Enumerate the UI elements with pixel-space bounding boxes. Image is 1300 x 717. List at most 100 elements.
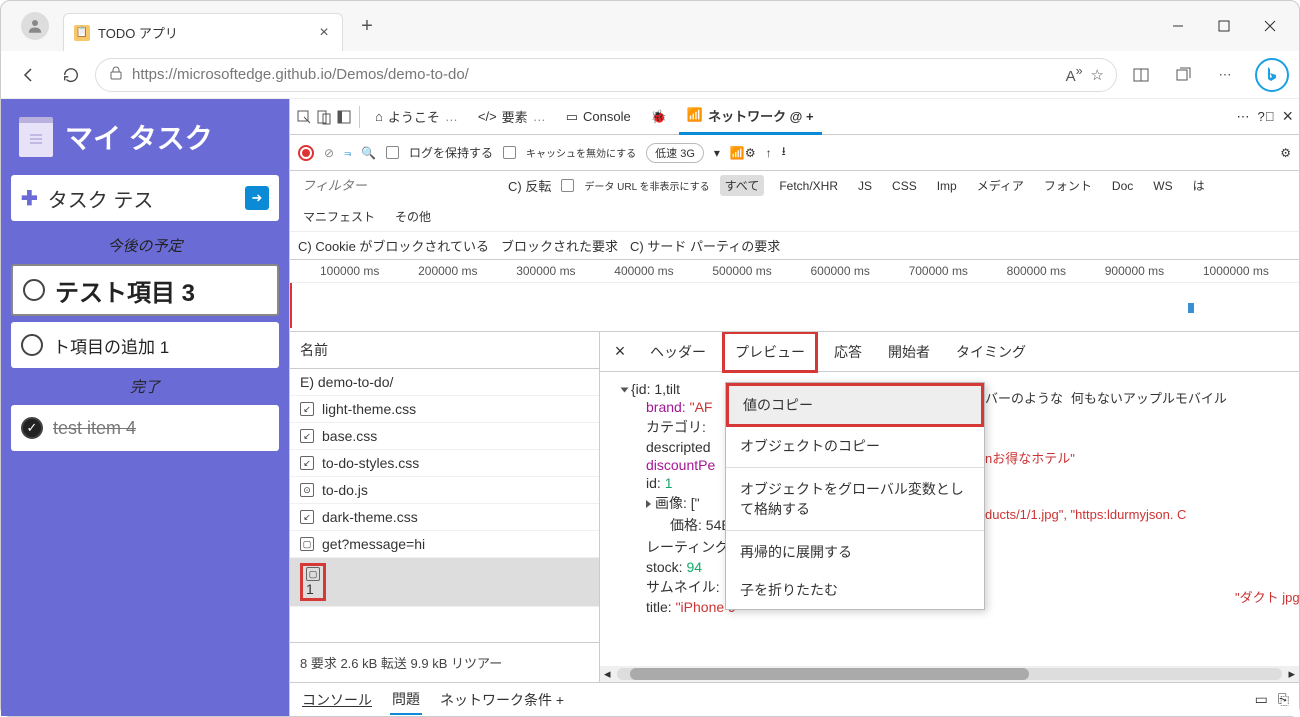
- ctx-store-global[interactable]: オブジェクトをグローバル変数として格納する: [726, 470, 984, 528]
- submit-icon[interactable]: ➜: [245, 186, 269, 210]
- json-preview[interactable]: {id: 1,tilt brand: "AF カテゴリ: descripted …: [600, 372, 1299, 666]
- drawer-network-conditions[interactable]: ネットワーク条件 +: [438, 686, 566, 714]
- collections-icon[interactable]: [1165, 57, 1201, 93]
- filter-tag[interactable]: CSS: [887, 177, 922, 195]
- tab-headers[interactable]: ヘッダー: [640, 334, 716, 370]
- filter-tag[interactable]: JS: [853, 177, 877, 195]
- close-detail-icon[interactable]: ×: [606, 338, 634, 366]
- drawer-issues[interactable]: 問題: [390, 685, 422, 715]
- download-icon[interactable]: ⭳: [782, 142, 786, 163]
- filter-input[interactable]: [298, 175, 498, 196]
- refresh-button[interactable]: [53, 57, 89, 93]
- task-text: test item 4: [53, 418, 136, 439]
- task-item[interactable]: ト項目の追加 1: [11, 322, 279, 368]
- filter-toggle-icon[interactable]: ⫬: [344, 145, 351, 160]
- settings-icon[interactable]: ⚙: [1280, 146, 1291, 160]
- help-icon[interactable]: ?⃝: [1258, 109, 1275, 124]
- request-row[interactable]: E) demo-to-do/: [290, 369, 599, 396]
- filter-tag[interactable]: その他: [390, 206, 436, 227]
- filter-tag[interactable]: は: [1188, 175, 1210, 196]
- filter-tag[interactable]: メディア: [972, 175, 1029, 196]
- ctx-copy-object[interactable]: オブジェクトのコピー: [726, 427, 984, 465]
- search-icon[interactable]: 🔍: [361, 146, 376, 160]
- filter-tag[interactable]: フォント: [1039, 175, 1097, 196]
- task-checkbox[interactable]: [23, 279, 45, 301]
- tab-response[interactable]: 応答: [824, 334, 872, 370]
- tab-sources-icon[interactable]: 🐞: [643, 99, 675, 135]
- preserve-log-checkbox[interactable]: [386, 146, 399, 159]
- chevron-down-icon[interactable]: ▾: [714, 146, 720, 160]
- hide-dataurl-checkbox[interactable]: [561, 179, 574, 192]
- timeline[interactable]: 100000 ms 200000 ms 300000 ms 400000 ms …: [290, 260, 1299, 332]
- dock-icon[interactable]: [336, 109, 352, 125]
- filter-tag[interactable]: Imp: [932, 177, 962, 195]
- filter-tag[interactable]: Doc: [1107, 177, 1138, 195]
- ctx-collapse[interactable]: 子を折りたたむ: [726, 571, 984, 609]
- tab-close-icon[interactable]: ×: [316, 25, 332, 41]
- request-row[interactable]: ↙dark-theme.css: [290, 504, 599, 531]
- horizontal-scrollbar[interactable]: ◂ ▸: [600, 666, 1299, 682]
- tab-timing[interactable]: タイミング: [946, 334, 1036, 370]
- tab-welcome[interactable]: ⌂ようこそ…: [367, 99, 466, 135]
- drawer-export-icon[interactable]: ⎘: [1278, 691, 1289, 708]
- browser-tab[interactable]: 📋 TODO アプリ ×: [63, 13, 343, 51]
- filter-tag-all[interactable]: すべて: [720, 175, 765, 196]
- filter-tag[interactable]: Fetch/XHR: [774, 177, 843, 195]
- column-header-name[interactable]: 名前: [290, 332, 599, 369]
- tab-initiator[interactable]: 開始者: [878, 334, 940, 370]
- clipboard-icon: [19, 117, 53, 157]
- throttle-select[interactable]: 低速 3G: [646, 143, 704, 163]
- record-button[interactable]: [298, 145, 314, 161]
- drawer-icon[interactable]: ▭: [1255, 691, 1268, 708]
- task-item-done[interactable]: ✓ test item 4: [11, 405, 279, 451]
- profile-avatar[interactable]: [21, 12, 49, 40]
- close-window-button[interactable]: [1247, 10, 1293, 42]
- task-item[interactable]: テスト項目 3: [11, 264, 279, 316]
- inspect-icon[interactable]: [296, 109, 312, 125]
- add-task-row[interactable]: ✚ タスク テス ➜: [11, 175, 279, 221]
- filter-tag[interactable]: マニフェスト: [298, 206, 380, 227]
- task-checkbox-checked[interactable]: ✓: [21, 417, 43, 439]
- device-icon[interactable]: [316, 109, 332, 125]
- url-box[interactable]: https://microsoftedge.github.io/Demos/de…: [95, 58, 1117, 92]
- drawer-console[interactable]: コンソール: [300, 686, 374, 714]
- scroll-left-icon[interactable]: ◂: [604, 666, 611, 682]
- ctx-copy-value[interactable]: 値のコピー: [726, 383, 984, 427]
- upload-icon[interactable]: ↑: [766, 146, 772, 160]
- tab-elements[interactable]: </>要素…: [470, 99, 554, 135]
- blocked-requests[interactable]: ブロックされた要求: [501, 236, 618, 255]
- request-row[interactable]: ⊙to-do.js: [290, 477, 599, 504]
- tab-preview[interactable]: プレビュー: [722, 332, 818, 373]
- bing-button[interactable]: [1255, 58, 1289, 92]
- request-row[interactable]: ↙to-do-styles.css: [290, 450, 599, 477]
- task-checkbox[interactable]: [21, 334, 43, 356]
- close-devtools-icon[interactable]: ×: [1282, 106, 1293, 127]
- favorite-icon[interactable]: ☆: [1091, 66, 1104, 84]
- tab-console[interactable]: ▭Console: [558, 99, 639, 135]
- request-row-selected[interactable]: ▢ 1: [290, 558, 599, 607]
- split-screen-icon[interactable]: [1123, 57, 1159, 93]
- new-tab-button[interactable]: +: [351, 10, 383, 42]
- tab-network[interactable]: 📶ネットワーク @ +: [679, 99, 822, 135]
- third-party[interactable]: C) サード パーティの要求: [630, 236, 780, 255]
- scroll-thumb[interactable]: [630, 668, 1030, 680]
- json-root[interactable]: {id: 1,tilt: [631, 381, 680, 397]
- invert-label[interactable]: C) 反転: [508, 176, 551, 195]
- request-row[interactable]: ↙base.css: [290, 423, 599, 450]
- back-button[interactable]: [11, 57, 47, 93]
- ctx-expand[interactable]: 再帰的に展開する: [726, 533, 984, 571]
- wifi-throttle-icon[interactable]: 📶⚙: [730, 146, 756, 160]
- more-tools-icon[interactable]: ⋯: [1237, 109, 1250, 125]
- request-row[interactable]: ▢get?message=hi: [290, 531, 599, 558]
- maximize-button[interactable]: [1201, 10, 1247, 42]
- disable-cache-checkbox[interactable]: [503, 146, 516, 159]
- more-icon[interactable]: ⋯: [1207, 57, 1243, 93]
- add-task-input[interactable]: タスク テス: [48, 184, 245, 213]
- scroll-right-icon[interactable]: ▸: [1288, 666, 1295, 682]
- request-row[interactable]: ↙light-theme.css: [290, 396, 599, 423]
- filter-tag[interactable]: WS: [1148, 177, 1177, 195]
- read-aloud-icon[interactable]: A»: [1066, 64, 1083, 85]
- minimize-button[interactable]: [1155, 10, 1201, 42]
- cookies-blocked[interactable]: C) Cookie がブロックされている: [298, 236, 489, 255]
- clear-icon[interactable]: ⊘: [324, 146, 334, 160]
